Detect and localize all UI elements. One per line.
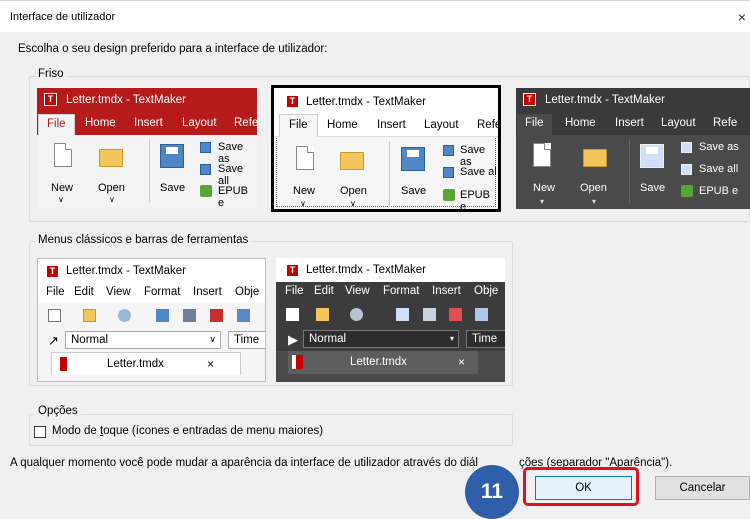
close-tab-icon[interactable]: × — [207, 357, 214, 371]
document-icon — [56, 357, 67, 371]
ribbon-group-label: Friso — [35, 68, 67, 80]
touch-mode-label[interactable]: Modo de toque (ícones e entradas de menu… — [52, 425, 323, 437]
open-folder-icon — [316, 308, 329, 321]
document-tab[interactable]: Letter.tmdx × — [288, 351, 478, 374]
epub-icon — [681, 185, 693, 197]
chevron-down-icon: ∨ — [58, 195, 64, 204]
chevron-down-icon: ▾ — [592, 197, 597, 206]
cancel-button[interactable]: Cancelar — [655, 476, 750, 500]
ribbon-preview-dark[interactable]: T Letter.tmdx - TextMaker File Home Inse… — [516, 88, 750, 209]
save-icon — [396, 308, 409, 321]
textmaker-app-icon: T — [286, 95, 299, 108]
close-icon[interactable]: × — [738, 9, 746, 25]
save-all-icon — [200, 164, 211, 175]
font-select[interactable]: Time — [228, 331, 265, 349]
new-document-icon — [296, 146, 314, 170]
save-icon — [156, 309, 169, 322]
style-select[interactable]: Normal ∨ — [65, 331, 221, 349]
open-folder-icon — [340, 152, 364, 170]
classic-preview-dark[interactable]: T Letter.tmdx - TextMaker File Edit View… — [276, 258, 505, 382]
document-icon — [292, 355, 303, 369]
new-document-icon — [54, 143, 72, 167]
pdf-icon — [210, 309, 223, 322]
save-icon — [160, 144, 184, 168]
epub-icon — [200, 185, 212, 197]
save-as-icon — [443, 145, 454, 156]
classic-menus-group-label: Menus clássicos e barras de ferramentas — [35, 234, 252, 246]
open-folder-icon — [583, 149, 607, 167]
info-text: A qualquer momento você pode mudar a apa… — [10, 457, 478, 469]
textmaker-app-icon: T — [44, 93, 57, 106]
textmaker-app-icon: T — [523, 93, 536, 106]
save-icon — [401, 147, 425, 171]
globe-icon — [118, 309, 131, 322]
save-all-icon — [443, 167, 454, 178]
textmaker-app-icon: T — [286, 264, 299, 277]
save-as-icon — [681, 142, 692, 153]
new-document-icon — [286, 308, 299, 321]
epub-icon — [443, 189, 455, 201]
font-select[interactable]: Time — [466, 330, 505, 348]
chevron-down-icon: ▾ — [540, 197, 545, 206]
save-all-icon — [681, 164, 692, 175]
globe-icon — [350, 308, 363, 321]
open-folder-icon — [83, 309, 96, 322]
print-icon — [183, 309, 196, 322]
pointer-icon: ▶ — [288, 332, 298, 347]
document-tab[interactable]: Letter.tmdx × — [51, 352, 241, 375]
textmaker-app-icon: T — [46, 265, 59, 278]
save-icon — [640, 144, 664, 168]
ribbon-preview-red[interactable]: T Letter.tmdx - TextMaker File Home Inse… — [37, 88, 257, 209]
style-select[interactable]: Normal ▾ — [303, 330, 459, 348]
dialog-title: Interface de utilizador — [10, 11, 116, 23]
chevron-down-icon: ∨ — [300, 199, 306, 208]
classic-preview-light[interactable]: T Letter.tmdx - TextMaker File Edit View… — [37, 258, 266, 382]
touch-mode-checkbox[interactable] — [34, 426, 46, 438]
ok-button-highlight — [523, 467, 639, 506]
new-document-icon — [48, 309, 61, 322]
save-as-icon — [200, 142, 211, 153]
preview-icon — [237, 309, 250, 322]
chevron-down-icon: ∨ — [350, 199, 356, 208]
chevron-down-icon: ▾ — [449, 334, 454, 343]
chevron-down-icon: ∨ — [109, 195, 115, 204]
chevron-down-icon: ∨ — [209, 334, 216, 344]
new-document-icon — [533, 143, 551, 167]
pdf-icon — [449, 308, 462, 321]
dialog-prompt: Escolha o seu design preferido para a in… — [18, 43, 328, 55]
close-tab-icon[interactable]: × — [458, 355, 465, 369]
step-number-badge: 11 — [465, 465, 519, 519]
print-icon — [423, 308, 436, 321]
preview-icon — [475, 308, 488, 321]
pointer-icon: ↗ — [48, 333, 59, 348]
open-folder-icon — [99, 149, 123, 167]
ribbon-preview-white[interactable]: T Letter.tmdx - TextMaker File Home Inse… — [271, 85, 501, 212]
dialog-title-bar: Interface de utilizador × — [0, 0, 750, 32]
options-group-label: Opções — [35, 405, 81, 417]
